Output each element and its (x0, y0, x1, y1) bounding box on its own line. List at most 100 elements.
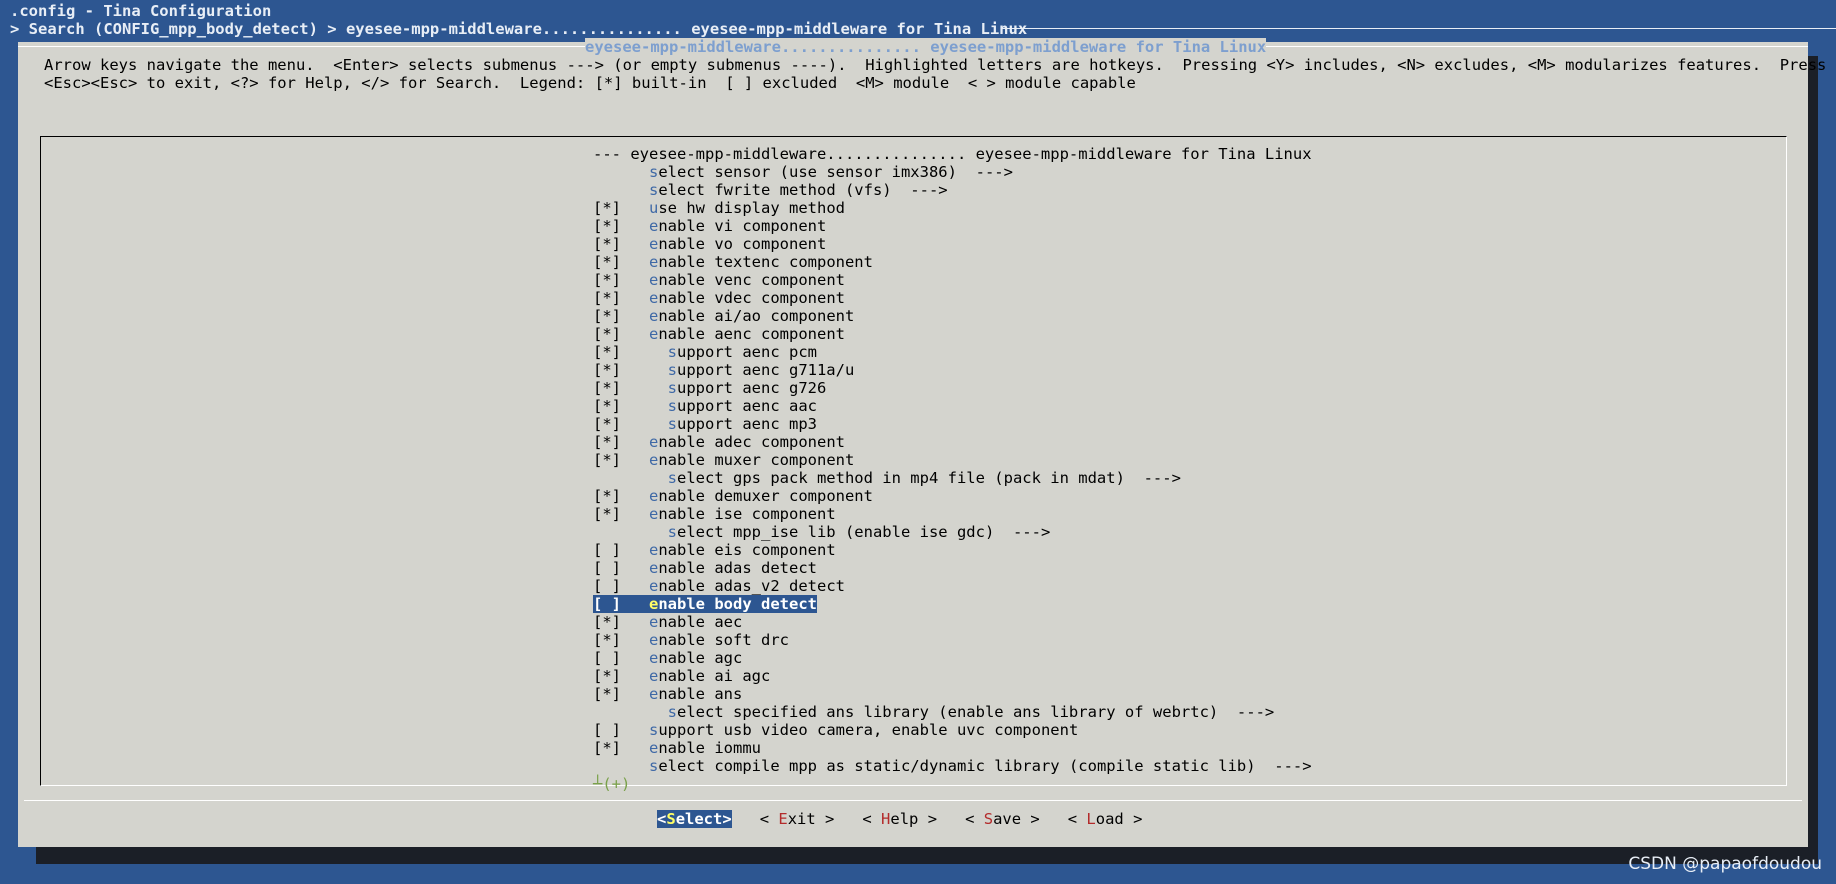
menu-item-text: eyesee-mpp-middleware............... eye… (630, 145, 1312, 163)
menu-item-text: nable aec (658, 613, 743, 631)
menu-item-hotkey: e (649, 433, 659, 451)
menu-item-prefix: [*] (593, 397, 668, 415)
menu-item-label: select fwrite method (vfs) ---> (593, 181, 948, 199)
menu-item-hotkey: e (649, 217, 659, 235)
menu-item-hotkey: e (649, 505, 659, 523)
menu-item-prefix: [*] (593, 307, 649, 325)
menu-item-label: [*] support aenc mp3 (593, 415, 817, 433)
menu-item[interactable]: select specified ans library (enable ans… (593, 703, 1312, 721)
menu-item-label: select mpp_ise lib (enable ise gdc) ---> (593, 523, 1051, 541)
menu-item-hotkey: e (649, 559, 659, 577)
menu-item-label: [*] enable vo component (593, 235, 826, 253)
menu-item-label: [*] enable iommu (593, 739, 761, 757)
menu-item[interactable]: [*] support aenc pcm (593, 343, 1312, 361)
help-text-line-2: <Esc><Esc> to exit, <?> for Help, </> fo… (44, 74, 1136, 92)
menu-item-text: se hw display method (658, 199, 845, 217)
menu-item[interactable]: [*] use hw display method (593, 199, 1312, 217)
menu-item-prefix: [*] (593, 361, 668, 379)
menu-item-hotkey: e (649, 613, 659, 631)
menu-item[interactable]: [*] enable ai/ao component (593, 307, 1312, 325)
menu-item-prefix: [*] (593, 289, 649, 307)
button-help[interactable]: < Help > (862, 810, 937, 828)
menu-item[interactable]: [*] enable textenc component (593, 253, 1312, 271)
menu-item-hotkey: e (649, 739, 659, 757)
menu-item[interactable]: [*] support aenc aac (593, 397, 1312, 415)
menu-item-label: [ ] enable body detect (593, 595, 817, 613)
menu-item[interactable]: [*] support aenc mp3 (593, 415, 1312, 433)
button-save[interactable]: < Save > (965, 810, 1040, 828)
menu-item-prefix: [ ] (593, 541, 649, 559)
menu-item-hotkey: s (667, 703, 677, 721)
menu-item-label: [*] enable ise component (593, 505, 836, 523)
menu-item[interactable]: select fwrite method (vfs) ---> (593, 181, 1312, 199)
menu-item[interactable]: select compile mpp as static/dynamic lib… (593, 757, 1312, 775)
menu-item-text: elect gps pack method in mp4 file (pack … (677, 469, 1181, 487)
menu-item[interactable]: select gps pack method in mp4 file (pack… (593, 469, 1312, 487)
menu-item-prefix (593, 163, 649, 181)
menu-item-prefix: [*] (593, 235, 649, 253)
menu-item-hotkey: s (667, 415, 677, 433)
menu-item[interactable]: [*] enable aec (593, 613, 1312, 631)
menu-item-prefix: [*] (593, 415, 668, 433)
menu-item-hotkey: s (649, 181, 659, 199)
menu-item-text: elect compile mpp as static/dynamic libr… (658, 757, 1312, 775)
menu-item-prefix: [*] (593, 613, 649, 631)
menu-item[interactable]: [ ] enable eis component (593, 541, 1312, 559)
button-load[interactable]: < Load > (1068, 810, 1143, 828)
menu-item[interactable]: [ ] support usb video camera, enable uvc… (593, 721, 1312, 739)
menu-item[interactable]: [*] support aenc g711a/u (593, 361, 1312, 379)
menu-item[interactable]: [ ] enable adas_v2 detect (593, 577, 1312, 595)
menu-item[interactable]: [*] enable demuxer component (593, 487, 1312, 505)
menu-item-prefix (593, 523, 668, 541)
menu-item[interactable]: [*] enable ans (593, 685, 1312, 703)
button-select[interactable]: <Select> (657, 810, 732, 828)
menu-item-hotkey: e (649, 307, 659, 325)
menu-item[interactable]: [*] enable vi component (593, 217, 1312, 235)
menu-item-prefix: [*] (593, 271, 649, 289)
menu-item-text: nable ise component (658, 505, 836, 523)
menu-item-label: [ ] enable adas_v2 detect (593, 577, 845, 595)
menu-item[interactable]: select mpp_ise lib (enable ise gdc) ---> (593, 523, 1312, 541)
menu-item[interactable]: [ ] enable agc (593, 649, 1312, 667)
menu-item[interactable]: [*] enable aenc component (593, 325, 1312, 343)
menu-item-text: nable iommu (658, 739, 761, 757)
menu-item-label: [*] enable muxer component (593, 451, 854, 469)
menu-item[interactable]: [ ] enable body detect (593, 595, 1312, 613)
menu-item[interactable]: [*] enable soft drc (593, 631, 1312, 649)
menu-item-text: nable ans (658, 685, 743, 703)
watermark: CSDN @papaofdoudou (1628, 854, 1822, 874)
button-gap (1040, 810, 1068, 828)
menu-item-label: select compile mpp as static/dynamic lib… (593, 757, 1312, 775)
menu-item-text: nable venc component (658, 271, 845, 289)
menu-item-text: nable vdec component (658, 289, 845, 307)
menu-item-prefix: [ ] (593, 577, 649, 595)
menu-item-text: nable aenc component (658, 325, 845, 343)
menu-item[interactable]: [*] enable ise component (593, 505, 1312, 523)
menu-item[interactable]: [*] enable vo component (593, 235, 1312, 253)
menu-item-text: nable adas detect (658, 559, 817, 577)
menu-item-text: upport aenc g726 (677, 379, 827, 397)
menu-item-text: nable ai/ao component (658, 307, 855, 325)
menu-item[interactable]: [ ] enable adas detect (593, 559, 1312, 577)
menu-item-text: nable demuxer component (658, 487, 873, 505)
menu-item[interactable]: [*] enable vdec component (593, 289, 1312, 307)
button-gap (937, 810, 965, 828)
menu-item-text: nable eis component (658, 541, 836, 559)
menu-item[interactable]: [*] enable iommu (593, 739, 1312, 757)
menu-item[interactable]: [*] support aenc g726 (593, 379, 1312, 397)
menu-item-hotkey: e (649, 541, 659, 559)
menu-item-prefix: [*] (593, 505, 649, 523)
menu-item[interactable]: select sensor (use sensor imx386) ---> (593, 163, 1312, 181)
button-exit[interactable]: < Exit > (760, 810, 835, 828)
menu-item-label: [*] use hw display method (593, 199, 845, 217)
menu-item-text: nable textenc component (658, 253, 873, 271)
menu-item[interactable]: [*] enable adec component (593, 433, 1312, 451)
menu-item-hotkey: s (649, 757, 659, 775)
menu-item[interactable]: --- eyesee-mpp-middleware...............… (593, 145, 1312, 163)
menu-item-hotkey: s (667, 361, 677, 379)
menu-item-hotkey: s (649, 163, 659, 181)
menu-item[interactable]: [*] enable ai agc (593, 667, 1312, 685)
menu-item-text: elect fwrite method (vfs) ---> (658, 181, 948, 199)
menu-item[interactable]: [*] enable venc component (593, 271, 1312, 289)
menu-item[interactable]: [*] enable muxer component (593, 451, 1312, 469)
